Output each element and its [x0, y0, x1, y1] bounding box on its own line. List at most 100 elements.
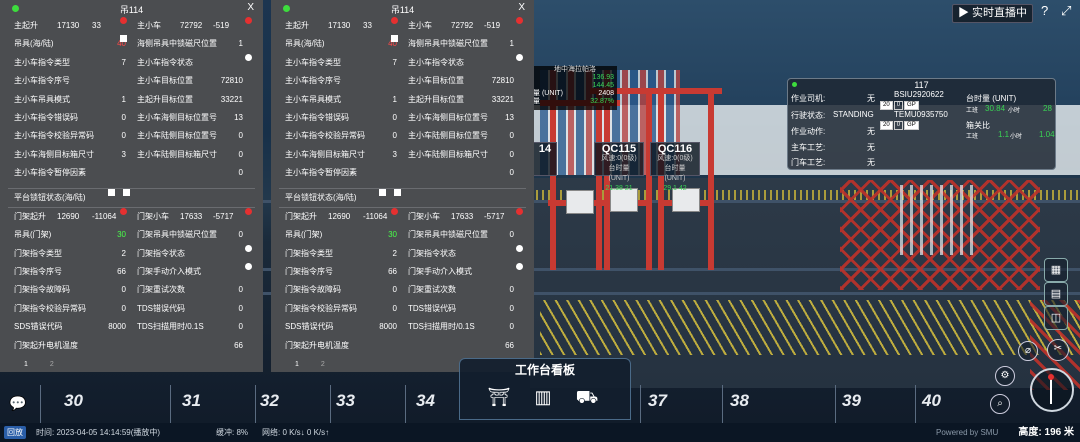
- field-value: -11064: [92, 211, 117, 221]
- field-label: 吊具(海/陆): [285, 39, 325, 49]
- gate-process-label: 门车工艺:: [791, 158, 826, 167]
- ship-key: 量 (UNIT): [533, 90, 563, 97]
- zoom-search-icon[interactable]: ⌕: [990, 394, 1010, 414]
- pagination: 12: [295, 361, 347, 368]
- settings-gear-icon[interactable]: ⚙: [995, 366, 1015, 386]
- checkbox-indicator: [391, 35, 398, 43]
- truck-id: 117: [914, 80, 929, 90]
- playback-button[interactable]: 回放: [4, 426, 26, 439]
- field-label: 主起升: [14, 21, 38, 30]
- panel-title-bar[interactable]: 吊114 X: [0, 0, 263, 17]
- throughput-label: 台时量 (UNIT): [966, 94, 1017, 103]
- field-label: TDS扫描用时/0.1S: [137, 322, 204, 332]
- field-value: 1: [392, 94, 397, 104]
- status-white-dot: [516, 53, 523, 61]
- status-red-dot: [120, 207, 127, 215]
- crane-label-qc116[interactable]: QC116 风速:0(0级) 台时量 (UNIT) 29.1 42: [650, 142, 700, 192]
- field-label: 门架指令状态: [408, 248, 456, 258]
- field-label: 门架指令类型: [285, 248, 333, 258]
- field-label: 门架小车: [408, 211, 440, 221]
- field-label: 主小车指令状态: [137, 57, 193, 67]
- live-stream-label: 实时直播中: [972, 7, 1028, 19]
- field-label: TDS错误代码: [137, 303, 185, 313]
- field-label: 主小车指令状态: [408, 57, 464, 67]
- compass-icon[interactable]: [1030, 368, 1074, 412]
- field-value: 13: [505, 112, 514, 122]
- map-icon[interactable]: ◫: [1044, 306, 1068, 330]
- page-2-button[interactable]: 2: [321, 361, 325, 368]
- status-white-dot: [245, 244, 252, 252]
- fullscreen-icon[interactable]: ⤢: [1061, 3, 1071, 19]
- help-icon[interactable]: ?: [1041, 3, 1048, 18]
- truck-view-icon[interactable]: ⛟: [570, 387, 604, 413]
- field-value: 0: [509, 303, 514, 313]
- shift-label: 工班: [966, 134, 979, 140]
- data-row: 主小车海侧目标箱尺寸 3 主小车陆侧目标箱尺寸 0: [0, 146, 263, 164]
- panel-title: 吊114: [119, 5, 144, 15]
- data-row: 主小车指令校验异常码 0 主小车陆侧目标位置号 0: [271, 127, 534, 145]
- field-value: 0: [509, 322, 514, 332]
- field-label: 门架手动介入模式: [137, 267, 201, 277]
- field-label: SDS错误代码: [285, 322, 334, 332]
- action-label: 作业动作:: [791, 127, 826, 136]
- field-label: 主起升: [285, 21, 309, 30]
- field-label: 主小车目标位置: [137, 76, 193, 86]
- data-row: 主小车吊具模式 1 主起升目标位置 33221: [271, 91, 534, 109]
- close-icon[interactable]: X: [247, 2, 254, 13]
- platform-lock-row: 平台锁钮状态(海/陆): [271, 188, 534, 207]
- workbench-title: 工作台看板: [514, 363, 575, 377]
- close-icon[interactable]: X: [518, 2, 525, 13]
- crane-label-114[interactable]: 14: [533, 142, 557, 176]
- field-label: SDS错误代码: [14, 322, 63, 332]
- bay-number: 30: [64, 391, 83, 410]
- live-stream-button[interactable]: ▶ 实时直播中: [952, 4, 1033, 23]
- page-1-button[interactable]: 1: [24, 361, 28, 368]
- field-value: 66: [505, 340, 514, 350]
- page-2-button[interactable]: 2: [50, 361, 54, 368]
- field-value: 0: [509, 131, 514, 141]
- field-value: 13: [234, 112, 243, 122]
- main-process-label: 主车工艺:: [791, 143, 826, 152]
- data-row: SDS错误代码 8000 TDS扫描用时/0.1S 0: [0, 318, 263, 336]
- layers-icon[interactable]: ▤: [1044, 282, 1068, 306]
- field-value: 8000: [108, 322, 126, 332]
- field-label: 主小车陆侧目标箱尺寸: [408, 149, 488, 159]
- field-value: -5717: [213, 211, 234, 221]
- container-id: TEMU0935750: [894, 110, 948, 119]
- field-label: TDS错误代码: [408, 303, 456, 313]
- status-red-dot: [391, 17, 398, 24]
- field-value: 0: [121, 131, 126, 141]
- field-label: 主小车陆侧目标位置号: [408, 131, 488, 141]
- crane-label-qc115[interactable]: QC115 风速:0(0级) 台时量 (UNIT) 21.38 21: [594, 142, 644, 192]
- yard-chart-icon[interactable]: ▥: [526, 387, 560, 413]
- checkbox-indicator: [123, 188, 130, 196]
- camera-height: 高度: 196 米: [1018, 427, 1074, 438]
- field-value: 2: [121, 248, 126, 258]
- data-row: 主小车吊具模式 1 主起升目标位置 33221: [0, 91, 263, 109]
- bay-number: 34: [416, 391, 435, 410]
- platform-lock-row: 平台锁钮状态(海/陆): [0, 188, 263, 207]
- field-label: 门架指令故障码: [14, 285, 70, 295]
- gift-box-icon[interactable]: ▦: [1044, 258, 1068, 282]
- workbench-board: 工作台看板 ⛩ ▥ ⛟: [459, 358, 631, 420]
- panel-title-bar[interactable]: 吊114 X: [271, 0, 534, 17]
- field-value: 0: [238, 285, 243, 295]
- field-label: 主小车指令暂停因素: [14, 168, 86, 178]
- field-label: 吊具(海/陆): [14, 39, 54, 49]
- driver-value: 无: [867, 94, 875, 103]
- field-label: 门架指令校验异常码: [285, 303, 357, 313]
- field-label: 门架吊具中锁磁尺位置: [408, 230, 488, 240]
- tools-icon[interactable]: ✂: [1047, 339, 1069, 361]
- crane-structure: [900, 185, 980, 255]
- field-value: 7: [392, 57, 397, 67]
- measure-icon[interactable]: ⌀: [1018, 341, 1038, 361]
- crane-view-icon[interactable]: ⛩: [482, 387, 516, 413]
- ship-value: 144.45: [592, 82, 614, 89]
- page-1-button[interactable]: 1: [295, 361, 299, 368]
- data-row: 门架起升电机温度 66: [271, 337, 534, 355]
- chat-icon[interactable]: 💬: [9, 395, 26, 412]
- status-white-dot: [245, 263, 252, 271]
- field-label: 吊具(门架): [14, 230, 52, 240]
- ship-info-panel: 地中海拉帕洛 136.93 144.45 量 (UNIT) 2408 量 32.87…: [533, 66, 617, 110]
- data-row: 主小车指令类型 7 主小车指令状态: [271, 53, 534, 72]
